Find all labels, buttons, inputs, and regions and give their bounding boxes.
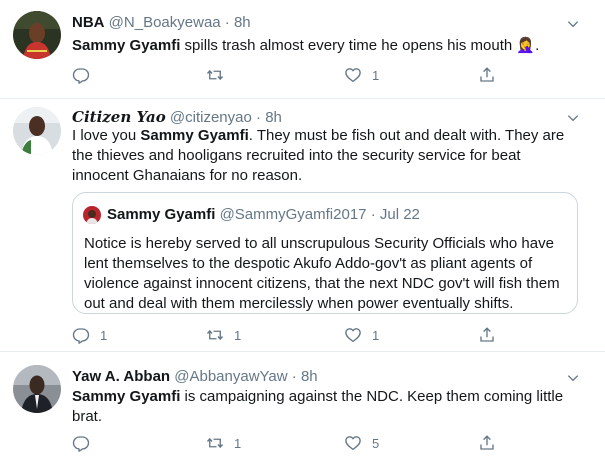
quoted-tweet-text: Notice is hereby served to all unscrupul… <box>84 235 560 312</box>
reply-count: 1 <box>100 327 108 343</box>
share-button[interactable] <box>478 326 496 344</box>
retweet-button[interactable]: 1 <box>206 326 241 344</box>
heart-icon <box>344 326 362 344</box>
reply-icon <box>72 66 90 84</box>
avatar-photo-yawabban <box>13 365 61 413</box>
facepalm-emoji: 🤦‍♀️ <box>516 37 536 54</box>
like-button[interactable]: 1 <box>344 66 379 84</box>
retweet-icon <box>206 326 224 344</box>
like-button[interactable]: 5 <box>344 434 379 452</box>
share-icon <box>478 434 496 452</box>
display-name[interactable]: NBA <box>72 14 105 31</box>
mention-name[interactable]: Sammy Gyamfi <box>72 388 180 405</box>
mention-name[interactable]: Sammy Gyamfi <box>72 37 180 54</box>
separator-dot: · <box>291 368 297 385</box>
retweet-icon <box>206 434 224 452</box>
user-handle[interactable]: @AbbanyawYaw <box>174 368 287 385</box>
tweet-header: NBA @N_Boakyewaa · 8h <box>72 14 251 31</box>
separator-dot: · <box>370 206 376 223</box>
tweet[interactable]: Yaw A. Abban @AbbanyawYaw · 8h Sammy Gya… <box>0 352 605 458</box>
tweet-text: I love you Sammy Gyamfi. They must be fi… <box>72 127 565 184</box>
separator-dot: · <box>256 109 262 126</box>
display-name[interactable]: Yaw A. Abban <box>72 368 170 385</box>
reply-button[interactable] <box>72 434 100 452</box>
reply-icon <box>72 326 90 344</box>
like-count: 5 <box>372 435 380 451</box>
like-count: 1 <box>372 327 380 343</box>
chevron-down-icon[interactable] <box>565 110 581 126</box>
mention-name[interactable]: Sammy Gyamfi <box>140 127 248 144</box>
reply-button[interactable] <box>72 66 100 84</box>
avatar-photo-citizenyao <box>13 107 61 155</box>
timestamp[interactable]: 8h <box>234 14 251 31</box>
tweet-actions: 1 <box>72 66 502 88</box>
share-icon <box>478 66 496 84</box>
tweet-actions: 1 5 <box>72 434 502 456</box>
display-name[interactable]: Sammy Gyamfi <box>107 206 215 223</box>
share-button[interactable] <box>478 434 496 452</box>
like-button[interactable]: 1 <box>344 326 379 344</box>
heart-icon <box>344 434 362 452</box>
share-icon <box>478 326 496 344</box>
retweet-icon <box>206 66 224 84</box>
display-name[interactable]: Citizen Yao <box>72 108 166 126</box>
tweet-text: Sammy Gyamfi spills trash almost every t… <box>72 37 540 54</box>
avatar[interactable] <box>13 107 61 155</box>
user-handle[interactable]: @N_Boakyewaa <box>109 14 221 31</box>
tweet-header: Citizen Yao @citizenyao · 8h <box>72 108 282 126</box>
quoted-tweet[interactable]: Sammy Gyamfi @SammyGyamfi2017 · Jul 22 N… <box>72 192 578 314</box>
tweet-actions: 1 1 1 <box>72 326 502 348</box>
retweet-count: 1 <box>234 435 242 451</box>
tweet[interactable]: Citizen Yao @citizenyao · 8h I love you … <box>0 99 605 351</box>
avatar-photo-nba <box>13 11 61 59</box>
avatar-photo-sammygyamfi <box>83 206 101 224</box>
timestamp[interactable]: Jul 22 <box>380 206 420 223</box>
retweet-button[interactable] <box>206 66 234 84</box>
avatar <box>83 206 101 224</box>
like-count: 1 <box>372 67 380 83</box>
user-handle[interactable]: @citizenyao <box>170 109 252 126</box>
timestamp[interactable]: 8h <box>301 368 318 385</box>
chevron-down-icon[interactable] <box>565 16 581 32</box>
avatar[interactable] <box>13 11 61 59</box>
heart-icon <box>344 66 362 84</box>
retweet-count: 1 <box>234 327 242 343</box>
tweet[interactable]: NBA @N_Boakyewaa · 8h Sammy Gyamfi spill… <box>0 0 605 98</box>
share-button[interactable] <box>478 66 496 84</box>
avatar[interactable] <box>13 365 61 413</box>
chevron-down-icon[interactable] <box>565 370 581 386</box>
tweet-text: Sammy Gyamfi is campaigning against the … <box>72 388 564 425</box>
quoted-tweet-header: Sammy Gyamfi @SammyGyamfi2017 · Jul 22 <box>107 206 420 223</box>
reply-button[interactable]: 1 <box>72 326 107 344</box>
user-handle[interactable]: @SammyGyamfi2017 <box>220 206 367 223</box>
reply-icon <box>72 434 90 452</box>
tweet-header: Yaw A. Abban @AbbanyawYaw · 8h <box>72 368 318 385</box>
separator-dot: · <box>224 14 230 31</box>
retweet-button[interactable]: 1 <box>206 434 241 452</box>
timestamp[interactable]: 8h <box>265 109 282 126</box>
